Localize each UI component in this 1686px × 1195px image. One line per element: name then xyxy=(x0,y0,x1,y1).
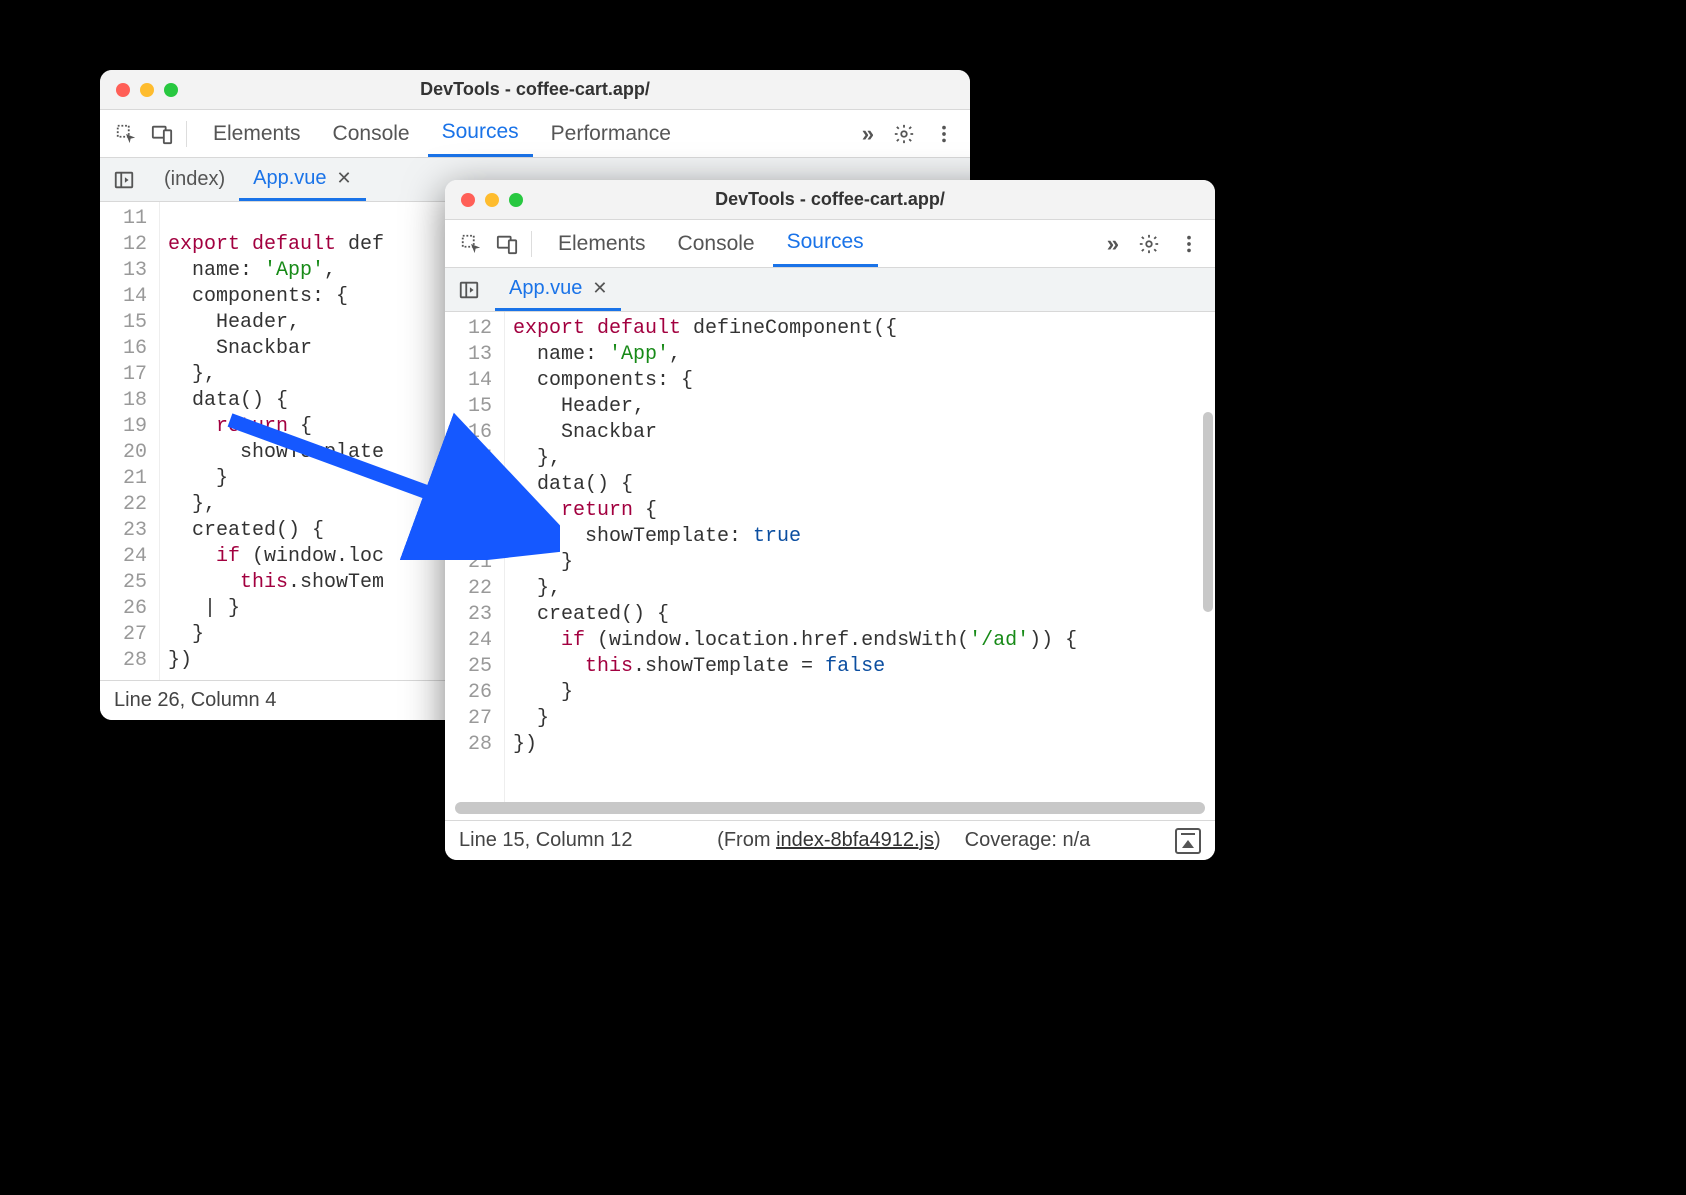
more-tabs-icon[interactable]: » xyxy=(850,121,882,147)
tab-sources[interactable]: Sources xyxy=(428,110,533,157)
file-tab-index[interactable]: (index) xyxy=(150,158,239,201)
minimize-window-button[interactable] xyxy=(485,193,499,207)
more-menu-icon[interactable] xyxy=(1171,226,1207,262)
close-tab-icon[interactable]: ✕ xyxy=(592,278,607,299)
devtools-toolbar: Elements Console Sources Performance » xyxy=(100,110,970,158)
minimize-window-button[interactable] xyxy=(140,83,154,97)
more-tabs-icon[interactable]: » xyxy=(1095,231,1127,257)
horizontal-scrollbar[interactable] xyxy=(455,802,1205,814)
vertical-scrollbar[interactable] xyxy=(1203,412,1213,612)
gear-icon[interactable] xyxy=(886,116,922,152)
close-window-button[interactable] xyxy=(461,193,475,207)
navigator-toggle-icon[interactable] xyxy=(108,164,140,196)
more-menu-icon[interactable] xyxy=(926,116,962,152)
inspect-icon[interactable] xyxy=(453,226,489,262)
tab-performance[interactable]: Performance xyxy=(537,110,685,157)
tab-elements[interactable]: Elements xyxy=(199,110,315,157)
source-map-info: (From index-8bfa4912.js) xyxy=(717,829,940,852)
window-title: DevTools - coffee-cart.app/ xyxy=(445,189,1215,210)
tab-console[interactable]: Console xyxy=(664,220,769,267)
source-map-link[interactable]: index-8bfa4912.js xyxy=(776,829,934,851)
device-toggle-icon[interactable] xyxy=(144,116,180,152)
inspect-icon[interactable] xyxy=(108,116,144,152)
tab-console[interactable]: Console xyxy=(319,110,424,157)
maximize-window-button[interactable] xyxy=(164,83,178,97)
drawer-toggle-icon[interactable] xyxy=(1175,828,1201,854)
status-bar: Line 15, Column 12 (From index-8bfa4912.… xyxy=(445,820,1215,860)
window-title: DevTools - coffee-cart.app/ xyxy=(100,79,970,100)
close-window-button[interactable] xyxy=(116,83,130,97)
file-tab-app-vue[interactable]: App.vue ✕ xyxy=(495,268,621,311)
code-editor[interactable]: 1213141516171819202122232425262728 expor… xyxy=(445,312,1215,802)
panel-tabs: Elements Console Sources Performance xyxy=(199,110,685,157)
file-tab-label: App.vue xyxy=(253,167,326,190)
line-gutter: 1213141516171819202122232425262728 xyxy=(445,312,505,802)
toolbar-separator xyxy=(531,231,532,257)
close-tab-icon[interactable]: ✕ xyxy=(337,168,352,189)
navigator-toggle-icon[interactable] xyxy=(453,274,485,306)
traffic-lights xyxy=(461,193,523,207)
devtools-window-right: DevTools - coffee-cart.app/ Elements Con… xyxy=(445,180,1215,860)
tab-elements[interactable]: Elements xyxy=(544,220,660,267)
cursor-position: Line 26, Column 4 xyxy=(114,689,276,712)
coverage-status: Coverage: n/a xyxy=(965,829,1091,852)
device-toggle-icon[interactable] xyxy=(489,226,525,262)
tab-sources[interactable]: Sources xyxy=(773,220,878,267)
titlebar[interactable]: DevTools - coffee-cart.app/ xyxy=(100,70,970,110)
devtools-toolbar: Elements Console Sources » xyxy=(445,220,1215,268)
code-content[interactable]: export default defineComponent({ name: '… xyxy=(505,312,1215,802)
cursor-position: Line 15, Column 12 xyxy=(459,829,632,852)
titlebar[interactable]: DevTools - coffee-cart.app/ xyxy=(445,180,1215,220)
gear-icon[interactable] xyxy=(1131,226,1167,262)
toolbar-separator xyxy=(186,121,187,147)
traffic-lights xyxy=(116,83,178,97)
file-tabs-bar: App.vue ✕ xyxy=(445,268,1215,312)
panel-tabs: Elements Console Sources xyxy=(544,220,878,267)
file-tab-app-vue[interactable]: App.vue ✕ xyxy=(239,158,365,201)
file-tab-label: (index) xyxy=(164,168,225,191)
maximize-window-button[interactable] xyxy=(509,193,523,207)
line-gutter: 111213141516171819202122232425262728 xyxy=(100,202,160,680)
file-tab-label: App.vue xyxy=(509,277,582,300)
